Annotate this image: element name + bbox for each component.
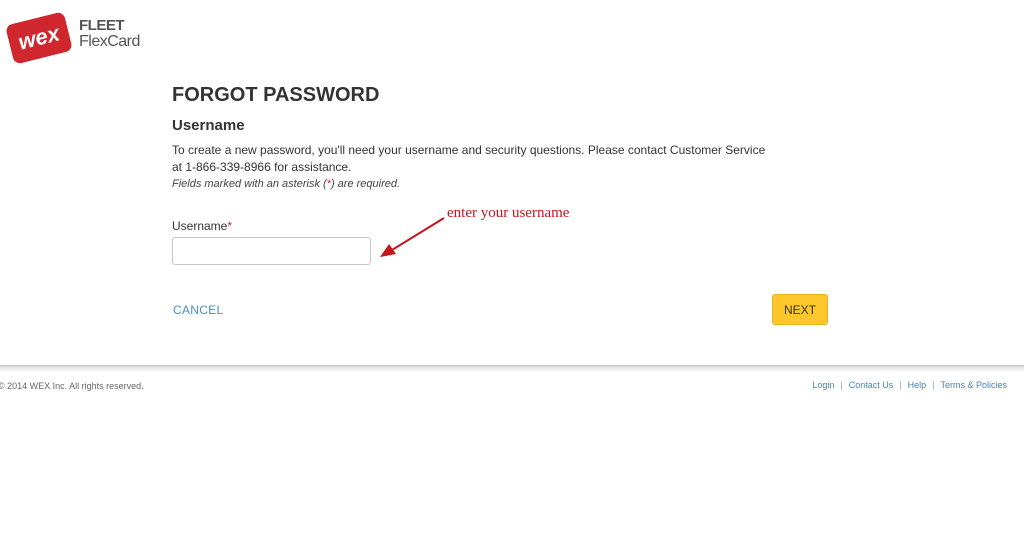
required-note-prefix: Fields marked with an asterisk (: [172, 178, 327, 190]
footer-separator: |: [932, 380, 935, 390]
page-title: FORGOT PASSWORD: [172, 84, 380, 106]
intro-text: To create a new password, you'll need yo…: [172, 143, 766, 174]
copyright: © 2014 WEX Inc. All rights reserved.: [0, 381, 144, 391]
arrow-icon: [380, 217, 445, 257]
footer-link-login[interactable]: Login: [812, 380, 834, 390]
footer-links: Login | Contact Us | Help | Terms & Policies: [812, 380, 1007, 390]
footer-separator: |: [840, 380, 843, 390]
footer-link-help[interactable]: Help: [908, 380, 927, 390]
username-label: Username*: [172, 219, 232, 233]
annotation-enter-username: enter your username: [447, 205, 570, 221]
logo-text: FLEET FlexCard: [79, 18, 140, 50]
footer-divider: [0, 365, 1024, 373]
footer-link-contact-us[interactable]: Contact Us: [849, 380, 894, 390]
section-title: Username: [172, 117, 245, 134]
required-note-suffix: ) are required.: [330, 178, 401, 190]
footer-separator: |: [899, 380, 902, 390]
next-button[interactable]: NEXT: [772, 294, 828, 325]
wex-logo-icon: wex: [6, 12, 72, 64]
username-label-text: Username: [172, 219, 228, 233]
logo-line-fleet: FLEET: [79, 17, 124, 34]
required-note: Fields marked with an asterisk (*) are r…: [172, 176, 832, 193]
footer-link-terms-policies[interactable]: Terms & Policies: [940, 380, 1007, 390]
cancel-link[interactable]: CANCEL: [173, 303, 223, 317]
wex-fleet-flexcard-logo: wex FLEET FlexCard: [3, 8, 153, 68]
forgot-password-form: FORGOT PASSWORD Username To create a new…: [172, 82, 832, 325]
logo-line-flexcard: FlexCard: [79, 33, 140, 50]
username-input[interactable]: [172, 237, 371, 265]
username-required-asterisk: *: [227, 219, 233, 233]
footer: © 2014 WEX Inc. All rights reserved. Log…: [0, 373, 1024, 533]
